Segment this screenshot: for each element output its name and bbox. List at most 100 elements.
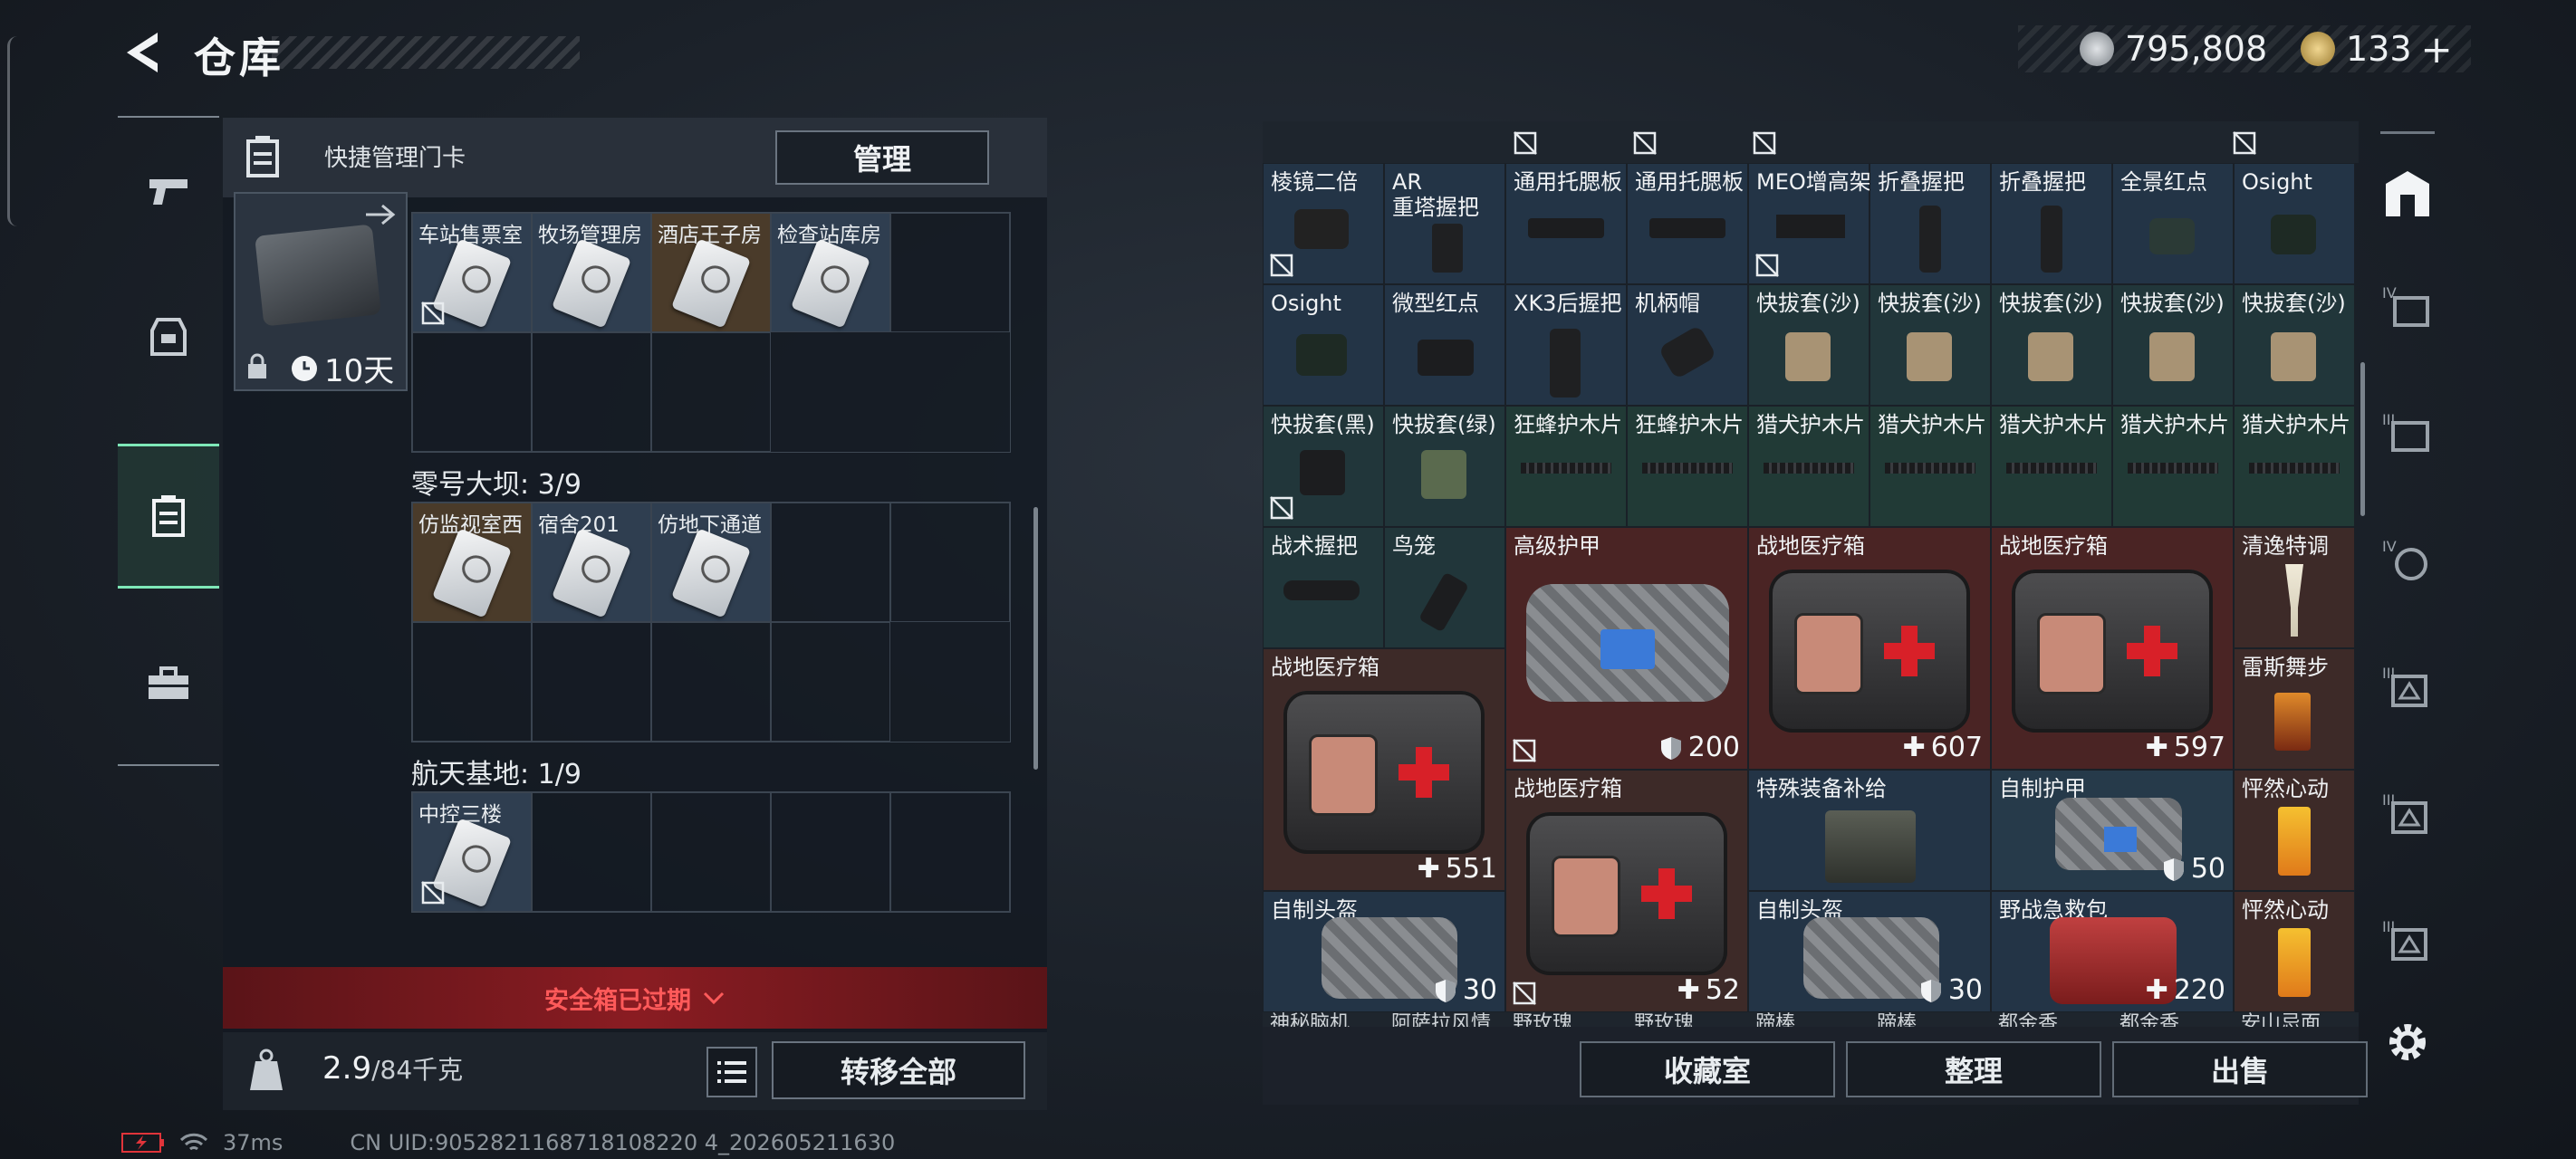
settings-button[interactable]: [2366, 992, 2449, 1092]
item-slot-drink[interactable]: 清逸特调: [2234, 527, 2355, 648]
item-slot[interactable]: 猎犬护木片: [1991, 406, 2112, 527]
item-slot-firstaid[interactable]: 野战急救包 ✚ 220: [1991, 891, 2234, 1012]
item-slot[interactable]: 快拔套(黑): [1263, 406, 1384, 527]
item-slot-helmet[interactable]: 自制头盔 30: [1748, 891, 1991, 1012]
item-slot[interactable]: 棱镜二倍: [1263, 163, 1384, 284]
helmet-level-icon: IV: [2382, 538, 2427, 580]
card-slot[interactable]: 仿地下通道: [651, 503, 771, 622]
empty-slot[interactable]: [532, 622, 651, 742]
no-bind-icon: [2233, 131, 2256, 155]
rail-filter-armor-2[interactable]: III: [2366, 764, 2449, 864]
card-slot[interactable]: 车站售票室: [412, 213, 532, 332]
empty-slot[interactable]: [412, 332, 532, 452]
back-arrow-icon[interactable]: [118, 27, 168, 78]
add-currency-icon[interactable]: +: [2421, 27, 2453, 72]
collection-room-button[interactable]: 收藏室: [1580, 1041, 1835, 1097]
nav-equipment[interactable]: [118, 263, 219, 407]
currency-secondary[interactable]: 133 +: [2301, 24, 2453, 74]
item-slot[interactable]: 快拔套(沙): [1991, 284, 2112, 406]
item-slot[interactable]: Osight: [1263, 284, 1384, 406]
item-slot[interactable]: 猎犬护木片: [2234, 406, 2355, 527]
rail-filter-armor-3[interactable]: III: [2366, 891, 2449, 991]
safe-box-scrollbar[interactable]: [1033, 507, 1038, 770]
item-slot[interactable]: Osight: [2234, 163, 2355, 284]
empty-slot[interactable]: [651, 622, 771, 742]
item-slot[interactable]: 机柄帽: [1627, 284, 1748, 406]
item-slot[interactable]: XK3后握把: [1505, 284, 1627, 406]
rail-all-items[interactable]: [2366, 143, 2449, 243]
empty-slot[interactable]: [532, 792, 651, 912]
item-slot[interactable]: 全景红点: [2112, 163, 2234, 284]
item-slot[interactable]: 折叠握把: [1991, 163, 2112, 284]
empty-slot[interactable]: [771, 622, 890, 742]
mag-pouch-image: [1785, 332, 1831, 381]
card-slot[interactable]: 中控三楼: [412, 792, 532, 912]
item-slot[interactable]: AR 重塔握把: [1384, 163, 1505, 284]
item-slot[interactable]: MEO增高架: [1748, 163, 1871, 284]
transfer-all-button[interactable]: 转移全部: [772, 1041, 1025, 1099]
rail-filter-rig[interactable]: III: [2366, 384, 2449, 484]
empty-slot[interactable]: [890, 213, 1010, 332]
safe-box-icon: [152, 495, 185, 537]
empty-slot[interactable]: [771, 792, 890, 912]
item-slot[interactable]: 快拔套(沙): [2234, 284, 2355, 406]
card-slot[interactable]: 仿监视室西: [412, 503, 532, 622]
item-slot-armor[interactable]: 自制护甲 50: [1991, 770, 2234, 891]
item-slot-drink[interactable]: 怦然心动: [2234, 891, 2355, 1012]
card-slot[interactable]: 酒店王子房: [651, 213, 771, 332]
item-slot[interactable]: 猎犬护木片: [1748, 406, 1870, 527]
item-slot[interactable]: 快拔套(沙): [2112, 284, 2234, 406]
card-slot[interactable]: 宿舍201: [532, 503, 651, 622]
empty-slot[interactable]: [532, 332, 651, 452]
item-slot-medkit[interactable]: 战地医疗箱 ✚ 597: [1991, 527, 2234, 770]
sell-button[interactable]: 出售: [2112, 1041, 2368, 1097]
item-slot[interactable]: 通用托腮板: [1505, 163, 1627, 284]
empty-slot[interactable]: [890, 792, 1010, 912]
rail-filter-armor[interactable]: III: [2366, 637, 2449, 737]
weight-value: 2.9: [322, 1050, 372, 1087]
nav-tools[interactable]: [118, 610, 219, 755]
key-card-slot[interactable]: 10天: [234, 192, 408, 391]
item-slot[interactable]: 快拔套(绿): [1384, 406, 1505, 527]
item-slot-supply[interactable]: 特殊装备补给: [1748, 770, 1991, 891]
item-slot[interactable]: 狂蜂护木片: [1505, 406, 1627, 527]
item-slot-armor[interactable]: 高级护甲 200: [1505, 527, 1748, 770]
no-bind-icon: [1270, 254, 1293, 277]
empty-slot[interactable]: [651, 332, 771, 452]
item-name: 野玫瑰: [1634, 1012, 1695, 1027]
sort-button[interactable]: 整理: [1846, 1041, 2101, 1097]
safe-box-expired-bar[interactable]: 安全箱已过期: [223, 967, 1047, 1029]
item-slot-helmet[interactable]: 自制头盔 30: [1263, 891, 1505, 1012]
empty-slot[interactable]: [771, 503, 890, 622]
item-slot-medkit[interactable]: 战地医疗箱 ✚ 52: [1505, 770, 1748, 1012]
rail-filter-helmet[interactable]: IV: [2366, 511, 2449, 610]
item-slot-drink[interactable]: 雷斯舞步: [2234, 648, 2355, 770]
nav-weapons[interactable]: [118, 118, 219, 263]
item-slot[interactable]: 战术握把: [1263, 527, 1384, 648]
item-slot-drink[interactable]: 怦然心动: [2234, 770, 2355, 891]
card-slot[interactable]: 检查站库房: [771, 213, 890, 332]
card-name: 牧场管理房: [538, 224, 642, 247]
item-slot[interactable]: 快拔套(沙): [1748, 284, 1870, 406]
item-slot-medkit[interactable]: 战地医疗箱 ✚ 607: [1748, 527, 1991, 770]
empty-slot[interactable]: [412, 622, 532, 742]
item-slot[interactable]: 狂蜂护木片: [1627, 406, 1748, 527]
item-slot[interactable]: 折叠握把: [1870, 163, 1991, 284]
card-slot[interactable]: 牧场管理房: [532, 213, 651, 332]
item-slot[interactable]: 猎犬护木片: [1870, 406, 1991, 527]
item-slot[interactable]: 猎犬护木片: [2112, 406, 2234, 527]
quick-card-label: 快捷管理门卡: [324, 145, 466, 172]
item-slot-medkit[interactable]: 战地医疗箱 ✚ 551: [1263, 648, 1505, 891]
nav-safe-box[interactable]: [118, 444, 219, 589]
rail-filter-backpack[interactable]: IV: [2366, 257, 2449, 357]
item-slot[interactable]: 鸟笼: [1384, 527, 1505, 648]
list-view-button[interactable]: [706, 1047, 757, 1097]
item-slot[interactable]: 快拔套(沙): [1870, 284, 1991, 406]
empty-slot[interactable]: [890, 503, 1010, 622]
item-slot[interactable]: 微型红点: [1384, 284, 1505, 406]
item-slot[interactable]: 通用托腮板: [1627, 163, 1748, 284]
manage-button[interactable]: 管理: [775, 130, 989, 185]
warehouse-scrollbar[interactable]: [2360, 362, 2365, 516]
empty-slot[interactable]: [651, 792, 771, 912]
